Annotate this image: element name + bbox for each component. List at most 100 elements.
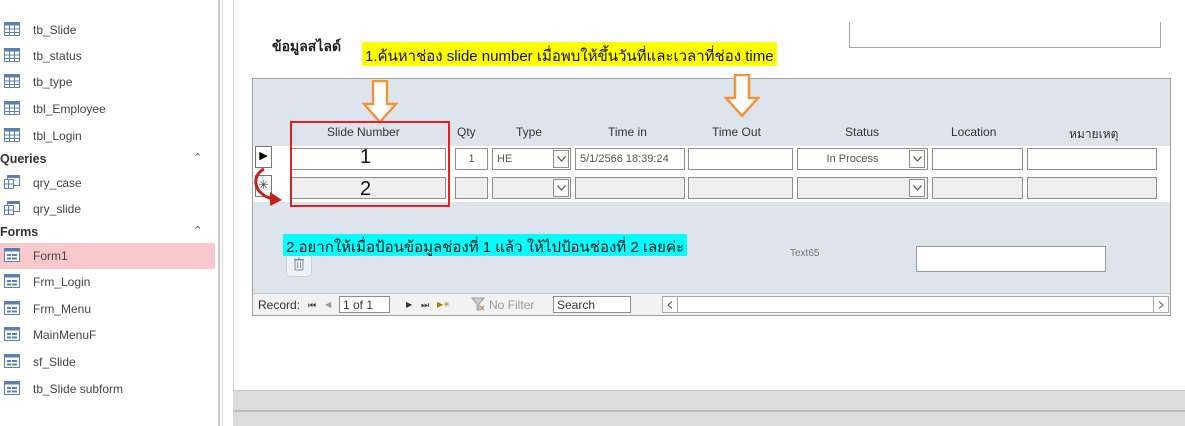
- scrollbar-divider: [677, 297, 678, 312]
- new-status-dropdown-button[interactable]: [909, 179, 925, 197]
- nav-group-queries[interactable]: Queries ⌃: [0, 148, 215, 170]
- scrollbar-divider: [1153, 297, 1154, 312]
- record-label: Record:: [258, 298, 301, 312]
- time-in-field[interactable]: 5/1/2566 18:39:24: [575, 148, 685, 170]
- new-note-field[interactable]: [1027, 177, 1157, 199]
- scroll-right-icon[interactable]: [1157, 301, 1165, 309]
- nav-group-label: Forms: [0, 225, 39, 239]
- top-textbox[interactable]: [849, 22, 1161, 48]
- nav-form-mainmenuf[interactable]: MainMenuF: [0, 322, 215, 348]
- nav-item-label: tb_type: [33, 75, 73, 89]
- column-header-note: หมายเหตุ: [1069, 127, 1119, 141]
- no-filter-button[interactable]: No Filter: [489, 298, 534, 312]
- annotation-number-2: 2: [360, 178, 372, 200]
- curved-arrow-icon: [254, 167, 282, 206]
- current-record-arrow-icon: ▶: [259, 150, 268, 162]
- collapse-chevron-icon[interactable]: ⌃: [193, 224, 202, 237]
- collapse-chevron-icon[interactable]: ⌃: [193, 151, 202, 164]
- nav-table-tbl-login[interactable]: tbl_Login: [0, 123, 215, 149]
- current-record-input[interactable]: 1 of 1: [339, 296, 390, 313]
- status-value: In Process: [826, 153, 879, 165]
- column-header-status: Status: [845, 125, 880, 139]
- section-title: ข้อมูลสไลด์: [272, 38, 342, 54]
- nav-item-label: Frm_Menu: [33, 302, 92, 316]
- navigation-pane: tb_Slide tb_status tb_type tbl_Employee …: [0, 0, 217, 426]
- pane-splitter[interactable]: [218, 0, 220, 426]
- location-field[interactable]: [932, 148, 1023, 170]
- nav-item-label: qry_case: [33, 176, 82, 190]
- annotation-note-2: 2.อยากให้เมื่อป้อนข้อมูลช่องที่ 1 แล้ว ใ…: [283, 234, 688, 256]
- nav-item-label: tb_Slide subform: [33, 382, 124, 396]
- note-field[interactable]: [1027, 148, 1157, 170]
- new-record-button[interactable]: ▶✳: [437, 300, 450, 309]
- form-icon: [4, 381, 20, 395]
- column-header-qty: Qty: [457, 125, 476, 139]
- nav-item-label: MainMenuF: [33, 328, 97, 342]
- form-icon: [4, 354, 20, 368]
- nav-form-tb-slide-subform[interactable]: tb_Slide subform: [0, 376, 215, 402]
- horizontal-scrollbar[interactable]: [662, 296, 1169, 313]
- text65-label: Text65: [790, 248, 820, 259]
- table-icon: [4, 74, 20, 88]
- column-header-type: Type: [516, 125, 543, 139]
- chevron-down-icon: [913, 156, 922, 162]
- nav-query-qry-slide[interactable]: qry_slide: [0, 196, 215, 222]
- nav-form-frm-login[interactable]: Frm_Login: [0, 269, 215, 295]
- next-record-button[interactable]: ▶: [406, 300, 412, 309]
- scroll-left-icon[interactable]: [666, 301, 674, 309]
- column-header-time-in: Time in: [608, 125, 647, 139]
- column-header-time-out: Time Out: [712, 125, 761, 139]
- form-footer-divider: [233, 410, 1185, 412]
- chevron-down-icon: [557, 156, 566, 162]
- nav-table-tb-slide[interactable]: tb_Slide: [0, 17, 215, 43]
- form-icon: [4, 327, 20, 341]
- type-dropdown-button[interactable]: [553, 150, 569, 168]
- filter-icon: [471, 297, 485, 311]
- new-qty-field[interactable]: [455, 177, 488, 199]
- time-out-field[interactable]: [688, 148, 793, 170]
- nav-table-tbl-employee[interactable]: tbl_Employee: [0, 96, 215, 122]
- status-dropdown-button[interactable]: [909, 150, 925, 168]
- down-arrow-icon: [724, 74, 760, 118]
- nav-form-frm-menu[interactable]: Frm_Menu: [0, 296, 215, 322]
- nav-table-tb-type[interactable]: tb_type: [0, 69, 215, 95]
- nav-item-label: qry_slide: [33, 202, 82, 216]
- table-icon: [4, 101, 20, 115]
- new-location-field[interactable]: [932, 177, 1023, 199]
- chevron-down-icon: [557, 185, 566, 191]
- nav-group-label: Queries: [0, 152, 47, 166]
- previous-record-button[interactable]: ◀: [325, 300, 331, 309]
- annotation-note-1: 1.ค้นหาช่อง slide number เมื่อพบให้ขึ้นว…: [362, 42, 777, 66]
- nav-group-forms[interactable]: Forms ⌃: [0, 221, 215, 243]
- trash-icon: [294, 257, 304, 271]
- query-icon: [4, 201, 20, 215]
- record-navigation-bar: Record: ⏮ ◀ 1 of 1 ▶ ⏭ ▶✳ No Filter Sear…: [253, 293, 1170, 315]
- search-input[interactable]: Search: [553, 296, 631, 313]
- nav-query-qry-case[interactable]: qry_case: [0, 170, 215, 196]
- nav-item-label: Form1: [33, 249, 68, 263]
- nav-item-label: Frm_Login: [33, 275, 91, 289]
- down-arrow-icon: [362, 80, 398, 124]
- nav-form-form1[interactable]: Form1: [0, 243, 215, 269]
- nav-item-label: sf_Slide: [33, 355, 76, 369]
- chevron-down-icon: [913, 185, 922, 191]
- nav-item-label: tbl_Login: [33, 129, 82, 143]
- form-footer-bar: [233, 390, 1185, 426]
- new-time-in-field[interactable]: [575, 177, 685, 199]
- form-icon: [4, 274, 20, 288]
- nav-form-sf-slide[interactable]: sf_Slide: [0, 349, 215, 375]
- nav-item-label: tb_Slide: [33, 23, 77, 37]
- last-record-button[interactable]: ⏭: [421, 300, 429, 311]
- new-type-dropdown-button[interactable]: [553, 179, 569, 197]
- qty-field[interactable]: 1: [455, 148, 488, 170]
- table-icon: [4, 128, 20, 142]
- annotation-number-1: 1: [360, 146, 372, 168]
- new-time-out-field[interactable]: [688, 177, 793, 199]
- type-value: HE: [497, 153, 513, 165]
- first-record-button[interactable]: ⏮: [308, 300, 316, 311]
- nav-item-label: tbl_Employee: [33, 102, 106, 116]
- text65-field[interactable]: [916, 246, 1106, 272]
- nav-table-tb-status[interactable]: tb_status: [0, 43, 215, 69]
- column-header-location: Location: [951, 125, 997, 139]
- nav-item-label: tb_status: [33, 49, 82, 63]
